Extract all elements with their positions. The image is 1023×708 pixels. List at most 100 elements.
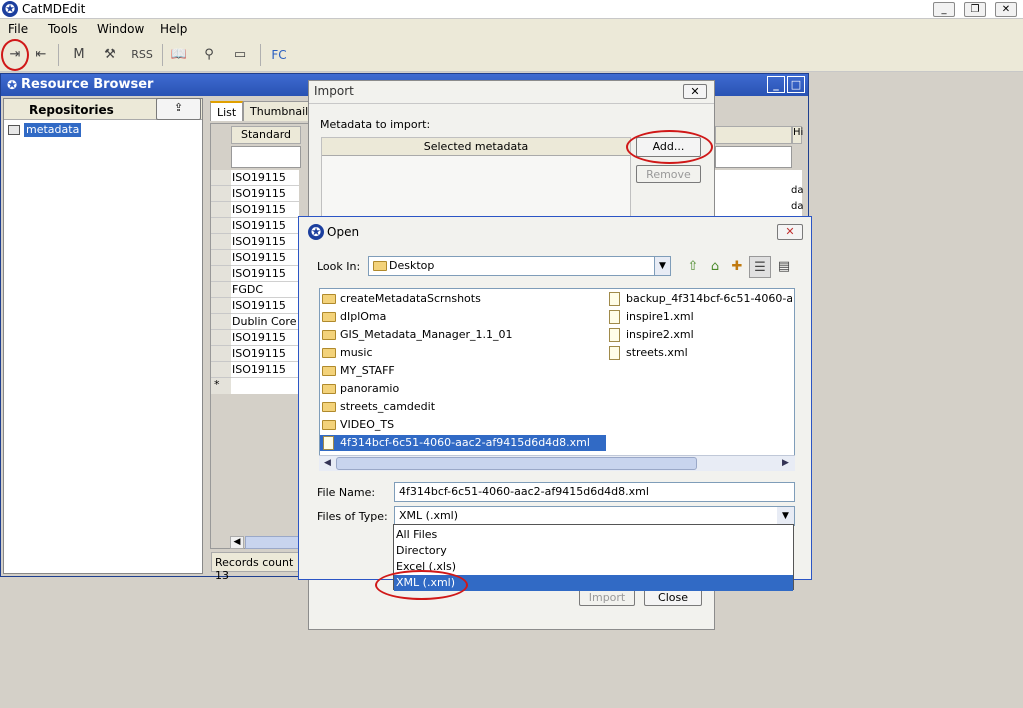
- row-header[interactable]: [211, 330, 231, 346]
- file-icon: [323, 436, 334, 450]
- home-icon[interactable]: ⌂: [704, 256, 726, 278]
- column-header-hi: Hi: [792, 126, 803, 144]
- row-header[interactable]: [211, 170, 231, 186]
- row-header[interactable]: [211, 298, 231, 314]
- menu-help[interactable]: Help: [160, 22, 187, 36]
- close-icon[interactable]: ✕: [777, 224, 803, 240]
- file-item[interactable]: streets.xml: [606, 345, 792, 361]
- app-logo-icon: ✪: [2, 1, 18, 17]
- row-header[interactable]: [211, 186, 231, 202]
- row-header[interactable]: [211, 202, 231, 218]
- annotation-circle: [375, 570, 468, 600]
- list-view-icon[interactable]: ☰: [749, 256, 771, 278]
- close-icon[interactable]: ✕: [683, 84, 707, 99]
- table-row[interactable]: Dublin Core: [231, 314, 299, 330]
- table-row[interactable]: ISO19115: [231, 202, 299, 218]
- menu-file[interactable]: File: [8, 22, 28, 36]
- table-row[interactable]: ISO19115: [231, 250, 299, 266]
- row-header[interactable]: [211, 250, 231, 266]
- book-icon[interactable]: 📖: [168, 44, 190, 66]
- folder-name: streets_camdedit: [340, 400, 436, 413]
- folder-icon: [322, 312, 336, 322]
- close-icon[interactable]: ✕: [995, 2, 1017, 17]
- row-header[interactable]: [211, 234, 231, 250]
- tools-icon[interactable]: ⚒: [99, 44, 121, 66]
- table-row[interactable]: ISO19115: [231, 346, 299, 362]
- table-row[interactable]: ISO19115: [231, 234, 299, 250]
- table-row[interactable]: ISO19115: [231, 298, 299, 314]
- metadata-icon[interactable]: M: [68, 44, 90, 66]
- app-titlebar: ✪ CatMDEdit _ ❐ ✕: [0, 0, 1023, 19]
- maximize-icon[interactable]: □: [787, 76, 805, 93]
- row-header[interactable]: [211, 218, 231, 234]
- folder-item[interactable]: dIplOma: [320, 309, 386, 325]
- chevron-down-icon[interactable]: ▼: [777, 507, 794, 525]
- look-in-value: Desktop: [389, 259, 435, 272]
- details-view-icon[interactable]: ▤: [773, 256, 795, 278]
- horizontal-scrollbar[interactable]: [245, 536, 300, 549]
- folder-item[interactable]: music: [320, 345, 373, 361]
- option-directory[interactable]: Directory: [394, 543, 793, 559]
- folder-icon: [373, 261, 387, 271]
- scroll-left-icon[interactable]: ◀: [230, 536, 244, 549]
- file-list: createMetadataScrnshots dIplOma GIS_Metada…: [319, 288, 795, 470]
- folder-item[interactable]: panoramio: [320, 381, 399, 397]
- rss-button[interactable]: RSS: [128, 44, 156, 66]
- new-folder-icon[interactable]: ✚: [726, 256, 748, 278]
- row-header[interactable]: [211, 314, 231, 330]
- row-header[interactable]: [211, 266, 231, 282]
- file-name-input[interactable]: 4f314bcf-6c51-4060-aac2-af9415d6d4d8.xml: [394, 482, 795, 502]
- file-icon: [609, 292, 620, 306]
- scroll-left-icon[interactable]: ◀: [321, 457, 334, 470]
- row-header[interactable]: [211, 362, 231, 378]
- folder-item[interactable]: streets_camdedit: [320, 399, 435, 415]
- column-header-standard[interactable]: Standard: [231, 126, 301, 144]
- option-excel[interactable]: Excel (.xls): [394, 559, 793, 575]
- folder-item[interactable]: GIS_Metadata_Manager_1.1_01: [320, 327, 513, 343]
- file-item[interactable]: inspire2.xml: [606, 327, 792, 343]
- folder-icon: [322, 402, 336, 412]
- export-icon[interactable]: ⇤: [30, 44, 52, 66]
- restore-icon[interactable]: ❐: [964, 2, 986, 17]
- minimize-icon[interactable]: _: [933, 2, 955, 17]
- table-row[interactable]: ISO19115: [231, 186, 299, 202]
- tree-icon[interactable]: ⚲: [198, 44, 220, 66]
- tree-item-metadata[interactable]: metadata: [24, 123, 82, 137]
- folder-item[interactable]: VIDEO_TS: [320, 417, 394, 433]
- scroll-right-icon[interactable]: ▶: [779, 457, 792, 470]
- table-row[interactable]: ISO19115: [231, 218, 299, 234]
- table-row[interactable]: FGDC: [231, 282, 299, 298]
- table-row[interactable]: ISO19115: [231, 266, 299, 282]
- fc-button[interactable]: FC: [268, 44, 290, 66]
- table-row[interactable]: ISO19115: [231, 362, 299, 378]
- filter-input[interactable]: [231, 146, 301, 168]
- open-repository-icon[interactable]: ⇪: [156, 98, 201, 120]
- minimize-icon[interactable]: _: [767, 76, 785, 93]
- row-header[interactable]: [211, 346, 231, 362]
- menu-window[interactable]: Window: [97, 22, 144, 36]
- folder-item[interactable]: MY_STAFF: [320, 363, 395, 379]
- table-row[interactable]: ISO19115: [231, 330, 299, 346]
- up-folder-icon[interactable]: ⇧: [682, 256, 704, 278]
- repositories-panel: Repositories metadata: [3, 98, 203, 574]
- menu-tools[interactable]: Tools: [48, 22, 78, 36]
- file-item[interactable]: inspire1.xml: [606, 309, 792, 325]
- table-row[interactable]: ISO19115: [231, 170, 299, 186]
- files-of-type-select[interactable]: XML (.xml): [394, 506, 795, 526]
- horizontal-scrollbar[interactable]: ◀ ▶: [319, 455, 795, 471]
- folder-item[interactable]: createMetadataScrnshots: [320, 291, 481, 307]
- option-all-files[interactable]: All Files: [394, 527, 793, 543]
- look-in-combo[interactable]: Desktop: [368, 256, 671, 276]
- remove-button[interactable]: Remove: [636, 165, 701, 183]
- row-header[interactable]: [211, 282, 231, 298]
- tab-list[interactable]: List: [210, 101, 244, 121]
- look-in-label: Look In:: [317, 260, 361, 273]
- selected-file-item[interactable]: 4f314bcf-6c51-4060-aac2-af9415d6d4d8.xml: [320, 435, 606, 451]
- file-name: inspire1.xml: [626, 310, 694, 323]
- chevron-down-icon[interactable]: ▼: [654, 257, 670, 275]
- scroll-thumb[interactable]: [336, 457, 697, 470]
- note-icon[interactable]: ▭: [229, 44, 251, 66]
- file-item[interactable]: backup_4f314bcf-6c51-4060-aac2-a: [606, 291, 792, 307]
- menubar: File Tools Window Help: [0, 19, 1023, 38]
- annotation-circle: [626, 130, 713, 164]
